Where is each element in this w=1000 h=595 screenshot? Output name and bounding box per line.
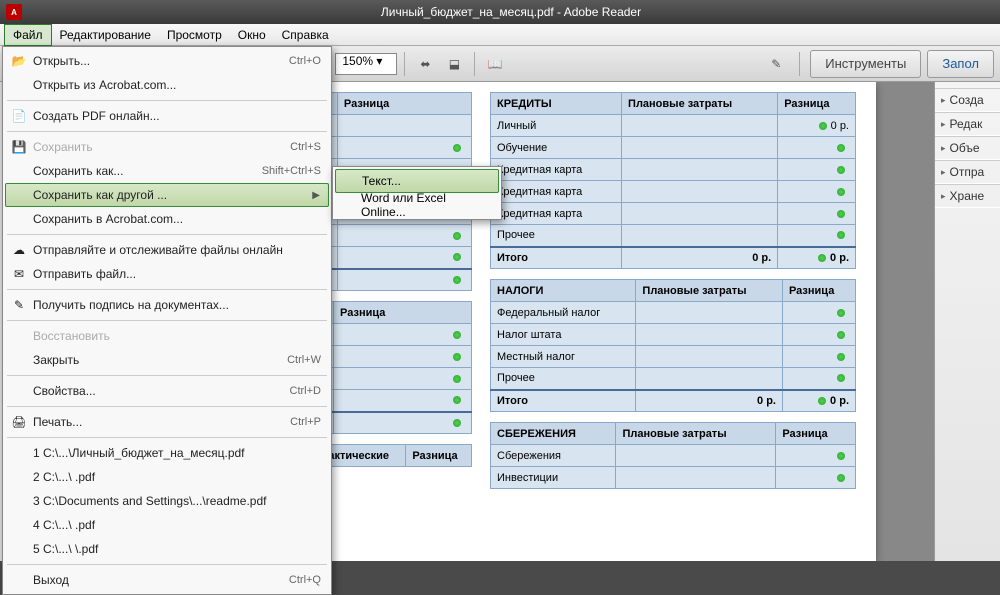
fm-save-acrobat[interactable]: Сохранить в Acrobat.com... xyxy=(5,207,329,231)
print-icon: 🖨 xyxy=(11,414,27,430)
fm-recent5[interactable]: 5 C:\...\ \.pdf xyxy=(5,537,329,561)
fit-page-icon[interactable]: ⬓ xyxy=(441,51,467,77)
zoom-select[interactable]: 150% ▾ xyxy=(335,53,397,75)
menu-window[interactable]: Окно xyxy=(230,25,274,45)
fm-close[interactable]: ЗакрытьCtrl+W xyxy=(5,348,329,372)
fit-width-icon[interactable]: ⬌ xyxy=(412,51,438,77)
saveas-submenu: Текст... Word или Excel Online... xyxy=(332,166,502,220)
mail-icon: ✉ xyxy=(11,266,27,282)
fm-get-sign[interactable]: ✎Получить подпись на документах... xyxy=(5,293,329,317)
fm-open[interactable]: 📂Открыть...Ctrl+O xyxy=(5,49,329,73)
budget-table-credits: КРЕДИТЫПлановые затратыРазница Личный0 р… xyxy=(490,92,856,269)
tools-button[interactable]: Инструменты xyxy=(810,50,921,78)
create-pdf-icon: 📄 xyxy=(11,108,27,124)
menubar: Файл Редактирование Просмотр Окно Справк… xyxy=(0,24,1000,46)
fm-send-file[interactable]: ✉Отправить файл... xyxy=(5,262,329,286)
right-panel: ▸Созда ▸Редак ▸Объе ▸Отпра ▸Хране xyxy=(934,82,1000,561)
cloud-icon: ☁ xyxy=(11,242,27,258)
sm-word-excel[interactable]: Word или Excel Online... xyxy=(335,193,499,217)
menu-file[interactable]: Файл xyxy=(4,24,52,46)
fm-send-track[interactable]: ☁Отправляйте и отслеживайте файлы онлайн xyxy=(5,238,329,262)
fm-create-pdf[interactable]: 📄Создать PDF онлайн... xyxy=(5,104,329,128)
rp-create[interactable]: ▸Созда xyxy=(935,88,1000,112)
titlebar: A Личный_бюджет_на_месяц.pdf - Adobe Rea… xyxy=(0,0,1000,24)
sign-icon: ✎ xyxy=(11,297,27,313)
submenu-arrow-icon: ▶ xyxy=(312,190,320,201)
fm-saveas-other[interactable]: Сохранить как другой ...▶ xyxy=(5,183,329,207)
fm-print[interactable]: 🖨Печать...Ctrl+P xyxy=(5,410,329,434)
fm-recent2[interactable]: 2 C:\...\ .pdf xyxy=(5,465,329,489)
sign-icon[interactable]: ✎ xyxy=(763,51,789,77)
fm-recent3[interactable]: 3 C:\Documents and Settings\...\readme.p… xyxy=(5,489,329,513)
budget-table-taxes: НАЛОГИПлановые затратыРазница Федеральны… xyxy=(490,279,856,412)
rp-edit[interactable]: ▸Редак xyxy=(935,112,1000,136)
fill-sign-button[interactable]: Запол xyxy=(927,50,994,78)
sm-text[interactable]: Текст... xyxy=(335,169,499,193)
fm-recent1[interactable]: 1 C:\...\Личный_бюджет_на_месяц.pdf xyxy=(5,441,329,465)
budget-table-savings: СБЕРЕЖЕНИЯПлановые затратыРазница Сбереж… xyxy=(490,422,856,489)
rp-send[interactable]: ▸Отпра xyxy=(935,160,1000,184)
fm-open-acrobat[interactable]: Открыть из Acrobat.com... xyxy=(5,73,329,97)
fm-save: 💾СохранитьCtrl+S xyxy=(5,135,329,159)
fm-props[interactable]: Свойства...Ctrl+D xyxy=(5,379,329,403)
fm-exit[interactable]: ВыходCtrl+Q xyxy=(5,568,329,592)
read-mode-icon[interactable]: 📖 xyxy=(482,51,508,77)
folder-open-icon: 📂 xyxy=(11,53,27,69)
app-icon: A xyxy=(6,4,22,20)
rp-store[interactable]: ▸Хране xyxy=(935,184,1000,208)
window-title: Личный_бюджет_на_месяц.pdf - Adobe Reade… xyxy=(28,5,994,19)
save-icon: 💾 xyxy=(11,139,27,155)
menu-edit[interactable]: Редактирование xyxy=(52,25,159,45)
menu-help[interactable]: Справка xyxy=(274,25,337,45)
fm-saveas[interactable]: Сохранить как...Shift+Ctrl+S xyxy=(5,159,329,183)
fm-restore: Восстановить xyxy=(5,324,329,348)
menu-view[interactable]: Просмотр xyxy=(159,25,230,45)
fm-recent4[interactable]: 4 C:\...\ .pdf xyxy=(5,513,329,537)
rp-combine[interactable]: ▸Объе xyxy=(935,136,1000,160)
file-menu: 📂Открыть...Ctrl+O Открыть из Acrobat.com… xyxy=(2,46,332,595)
